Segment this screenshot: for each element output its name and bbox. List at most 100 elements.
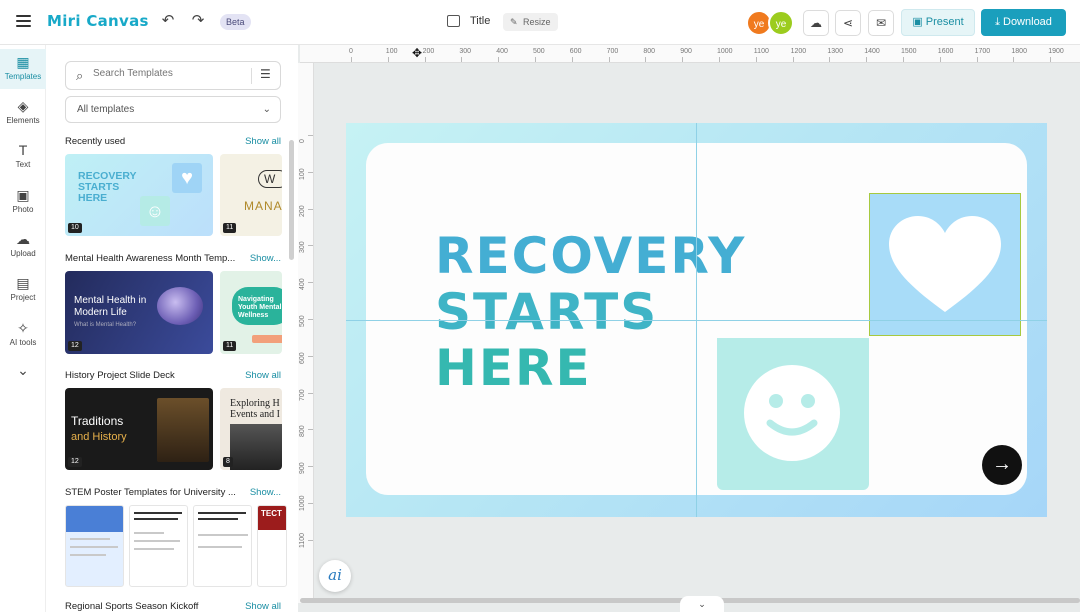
ruler-tick-label: 1000 (717, 48, 733, 55)
text-line (134, 512, 182, 514)
ruler-tick-label: 1100 (299, 532, 306, 548)
rail-item-elements[interactable]: ◈ Elements (0, 93, 46, 133)
template-filter-select[interactable]: All templates ⌄ (65, 96, 281, 123)
search-icon: ⌕ (76, 68, 84, 83)
ruler-tick-label: 300 (459, 48, 472, 55)
panel-scrollbar[interactable] (289, 140, 294, 260)
download-label: Download (1003, 16, 1052, 28)
text-line (198, 534, 248, 536)
logo[interactable]: Miri Canvas (47, 12, 149, 30)
rail-label: AI tools (9, 338, 37, 347)
ruler-tick (866, 57, 868, 62)
cloud-save-icon[interactable]: ☁ (803, 10, 829, 36)
template-thumb-exploring[interactable]: Exploring H Events and I 8 (220, 388, 282, 470)
template-thumb-traditions[interactable]: Traditions and History 12 (65, 388, 213, 470)
ruler-tick-label: 400 (299, 278, 306, 291)
thumb-text: Navigating Youth Mental Wellness (238, 296, 282, 319)
chevron-down-icon[interactable]: ⌄ (680, 596, 724, 612)
ruler-tick (308, 503, 313, 504)
slide-headline[interactable]: RECOVERY STARTS HERE (435, 228, 746, 396)
thumb-text: and History (71, 431, 127, 443)
template-thumb-mental-health[interactable]: Mental Health in Modern Life What is Men… (65, 271, 213, 354)
thumb-text: Exploring H Events and I (230, 398, 280, 420)
ruler-tick-label: 100 (299, 168, 306, 180)
template-icon: ▦ (16, 54, 30, 70)
text-line (134, 540, 180, 542)
smile-graphic[interactable] (717, 338, 869, 490)
template-thumb-recovery[interactable]: RECOVERY STARTS HERE ♥ ☺ 10 (65, 154, 213, 236)
present-label: Present (925, 16, 964, 28)
document-title[interactable]: Title (470, 15, 490, 27)
show-all-link[interactable]: Show... (250, 253, 281, 264)
rail-more-button[interactable]: ⌄ (0, 357, 46, 397)
show-all-link[interactable]: Show all (245, 601, 281, 612)
avatar[interactable]: ye (768, 10, 794, 36)
ruler-tick (939, 57, 941, 62)
comment-icon[interactable]: ✉ (868, 10, 894, 36)
page-count-badge: 11 (223, 341, 237, 351)
text-line (198, 546, 242, 548)
decorative-tag (252, 335, 282, 343)
heart-graphic[interactable] (869, 193, 1021, 336)
template-thumb-stem[interactable] (193, 505, 252, 587)
ruler-tick-label: 800 (643, 48, 656, 55)
section-title: STEM Poster Templates for University ... (65, 487, 236, 498)
ruler-tick (308, 319, 313, 320)
rail-item-ai-tools[interactable]: ✧ AI tools (0, 315, 46, 355)
heart-icon: ♥ (172, 163, 202, 193)
chevron-down-icon: ⌄ (17, 362, 29, 378)
rail-item-upload[interactable]: ☁ Upload (0, 226, 46, 266)
thumb-subtext: What is Mental Health? (74, 322, 137, 328)
ruler-tick (308, 539, 313, 541)
move-cursor-icon: ✥ (412, 46, 423, 60)
rail-item-project[interactable]: ▤ Project (0, 270, 46, 310)
ruler-tick (498, 57, 500, 62)
template-thumb-navigating[interactable]: Navigating Youth Mental Wellness 11 (220, 271, 282, 354)
rail-item-text[interactable]: T Text (0, 137, 46, 177)
menu-icon[interactable] (16, 15, 31, 27)
rail-item-photo[interactable]: ▣ Photo (0, 182, 46, 222)
ruler-tick (461, 57, 463, 62)
show-all-link[interactable]: Show all (245, 370, 281, 381)
section-title: History Project Slide Deck (65, 370, 175, 381)
upload-icon: ☁ (16, 231, 30, 247)
present-button[interactable]: ▣ Present (901, 9, 975, 36)
resize-button[interactable]: ✎ Resize (503, 13, 558, 31)
ruler-tick (719, 57, 720, 62)
search-input[interactable] (93, 68, 243, 79)
select-value: All templates (77, 104, 135, 115)
piano-image (230, 424, 282, 470)
redo-icon[interactable]: ↷ (189, 12, 207, 30)
section-title: Regional Sports Season Kickoff (65, 601, 199, 612)
ruler-tick-label: 1600 (937, 48, 954, 55)
ruler-tick (682, 57, 684, 62)
template-thumb-stem[interactable] (65, 505, 124, 587)
template-thumb-manage[interactable]: W MANA 11 (220, 154, 282, 236)
ai-assistant-button[interactable]: ai (319, 560, 351, 592)
share-icon[interactable]: ⋖ (835, 10, 861, 36)
template-thumb-stem[interactable] (129, 505, 188, 587)
rail-item-templates[interactable]: ▦ Templates (0, 49, 46, 89)
template-thumb-stem[interactable]: TECT (257, 505, 287, 587)
resize-label: Resize (523, 17, 551, 27)
ruler-tick (308, 135, 313, 136)
arrow-right-icon[interactable]: → (982, 445, 1022, 485)
ruler-tick-label: 1500 (901, 48, 917, 55)
ruler-tick-label: 200 (422, 48, 435, 55)
ruler-tick-label: 600 (569, 48, 582, 55)
ruler-tick-label: 700 (606, 48, 619, 55)
download-button[interactable]: ⤓ Download (981, 9, 1066, 36)
ruler-tick (535, 57, 536, 62)
ruler-tick (1050, 57, 1052, 62)
ruler-tick (308, 429, 313, 431)
ruler-tick-label: 1700 (974, 48, 991, 55)
ruler-tick (308, 466, 313, 468)
thumb-text: MANA (244, 199, 282, 213)
ruler-tick (308, 245, 313, 247)
text-line (198, 518, 238, 520)
undo-icon[interactable]: ↶ (159, 12, 177, 30)
show-all-link[interactable]: Show all (245, 136, 281, 147)
heart-icon (889, 216, 1001, 312)
show-all-link[interactable]: Show... (250, 487, 281, 498)
filter-icon[interactable]: ☰ (260, 67, 271, 81)
